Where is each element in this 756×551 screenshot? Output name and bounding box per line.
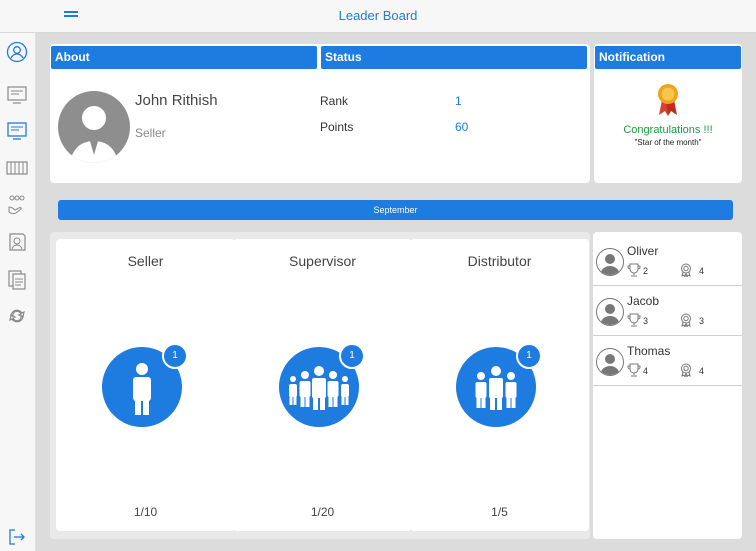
medal-count: 4 — [699, 366, 705, 376]
role-count: 1/20 — [310, 505, 335, 519]
sync-icon[interactable] — [5, 304, 29, 328]
trophy-count: 2 — [643, 266, 649, 276]
leader-name: Oliver — [627, 244, 659, 258]
avatar — [596, 298, 624, 326]
points-label: Points — [320, 120, 354, 134]
monitor-active-icon[interactable] — [5, 119, 29, 143]
trophy-icon — [627, 263, 641, 277]
notification-badge: 1 — [339, 343, 365, 369]
role-count: 1/5 — [491, 505, 508, 519]
star-of-month-text: "Star of the month" — [634, 138, 702, 147]
medal-icon — [681, 363, 691, 377]
trophy-count: 4 — [643, 366, 649, 376]
user-name: John Rithish — [135, 92, 218, 109]
status-heading: Status — [321, 46, 587, 69]
role-card-supervisor[interactable]: Supervisor 1 1/20 — [233, 239, 412, 531]
medal-icon — [681, 263, 691, 277]
page-title: Leader Board — [338, 8, 418, 23]
avatar — [596, 348, 624, 376]
documents-icon[interactable] — [5, 268, 29, 292]
rank-label: Rank — [320, 94, 349, 108]
notification-badge: 1 — [162, 343, 188, 369]
profile-panel: About Status John Rithish Seller Rank 1 … — [50, 44, 590, 183]
monitor-icon[interactable] — [5, 83, 29, 107]
role-title: Distributor — [467, 253, 532, 269]
leader-name: Thomas — [627, 344, 671, 358]
trophy-count: 3 — [643, 316, 649, 326]
team-hand-icon[interactable] — [5, 193, 29, 217]
role-card-seller[interactable]: Seller 1 1/10 — [56, 239, 235, 531]
trophy-icon — [627, 313, 641, 327]
logout-icon[interactable] — [5, 525, 29, 549]
list-item[interactable]: Jacob 3 3 — [593, 286, 742, 336]
notification-badge: 1 — [516, 343, 542, 369]
leader-name: Jacob — [627, 294, 660, 308]
role-card-distributor[interactable]: Distributor 1 1/5 — [410, 239, 589, 531]
medal-icon — [681, 313, 691, 327]
about-heading: About — [51, 46, 317, 69]
award-ribbon-icon — [658, 84, 678, 116]
role-title: Seller — [127, 253, 164, 269]
trophy-icon — [627, 363, 641, 377]
medal-count: 4 — [699, 266, 705, 276]
rank-value: 1 — [455, 94, 462, 108]
notification-panel: Notification Congratulations !!! "Star o… — [594, 44, 742, 183]
cabinet-icon[interactable] — [5, 156, 29, 180]
notification-heading: Notification — [595, 46, 741, 69]
avatar — [596, 248, 624, 276]
sidebar — [0, 33, 36, 551]
list-item[interactable]: Thomas 4 4 — [593, 336, 742, 386]
medal-count: 3 — [699, 316, 705, 326]
user-circle-icon[interactable] — [5, 40, 29, 64]
role-count: 1/10 — [133, 505, 158, 519]
top-bar: Leader Board — [0, 0, 756, 33]
points-value: 60 — [455, 120, 469, 134]
list-item[interactable]: Oliver 2 4 — [593, 236, 742, 286]
user-role: Seller — [135, 126, 166, 140]
customer-icon[interactable] — [5, 230, 29, 254]
avatar — [58, 91, 130, 163]
congratulations-text: Congratulations !!! — [623, 124, 713, 136]
leaders-list: Oliver 2 4 Jacob 3 3 Thomas 4 4 — [593, 232, 742, 539]
month-selector[interactable]: September — [58, 200, 733, 220]
role-title: Supervisor — [289, 253, 356, 269]
